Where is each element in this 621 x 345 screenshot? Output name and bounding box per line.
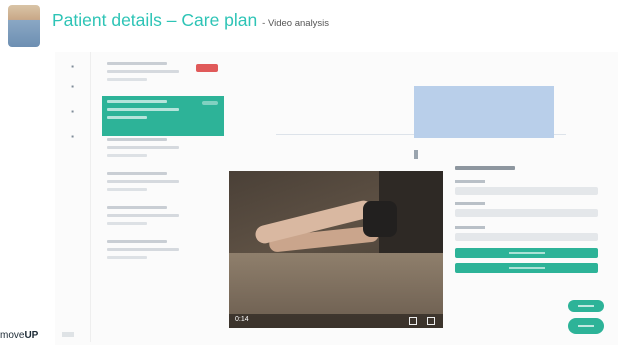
nav-label-placeholder xyxy=(55,141,90,146)
text-line xyxy=(107,240,167,243)
text-line xyxy=(107,146,179,149)
nav-label-placeholder xyxy=(55,116,90,121)
nav-item-4[interactable]: ▪ xyxy=(55,132,90,146)
logo-prefix: move xyxy=(0,330,25,341)
primary-button[interactable] xyxy=(455,248,598,258)
slide-title: Patient details – Care plan - Video anal… xyxy=(52,10,329,31)
text-line xyxy=(107,100,167,103)
logo-suffix: UP xyxy=(24,330,39,341)
fullscreen-icon[interactable] xyxy=(427,317,435,325)
grid-icon: ▪ xyxy=(71,62,74,71)
settings-icon[interactable] xyxy=(409,317,417,325)
nav-item-1[interactable]: ▪ xyxy=(55,62,90,76)
text-line xyxy=(107,154,147,157)
nav-item-2[interactable]: ▪ xyxy=(55,82,90,96)
text-line xyxy=(107,138,167,141)
field-label xyxy=(455,202,485,205)
speaker-avatar xyxy=(8,5,40,47)
text-line xyxy=(107,206,167,209)
text-line xyxy=(107,188,147,191)
side-nav: ▪ ▪ ▪ ▪ xyxy=(55,52,91,342)
session-item[interactable] xyxy=(102,58,224,98)
session-item-selected[interactable] xyxy=(102,96,224,136)
chart-tick xyxy=(414,150,418,159)
footer-mark xyxy=(62,332,74,337)
floating-button-large[interactable] xyxy=(568,318,604,334)
subtitle-text: - Video analysis xyxy=(262,18,330,29)
text-line xyxy=(107,248,179,251)
secondary-button[interactable] xyxy=(455,263,598,273)
text-line xyxy=(107,78,147,81)
title-text: Patient details – Care plan xyxy=(52,10,258,30)
list-icon: ▪ xyxy=(71,107,74,116)
chart-bar xyxy=(414,86,554,138)
progress-chart xyxy=(246,58,576,159)
floating-button-small[interactable] xyxy=(568,300,604,312)
video-controls[interactable]: 0:14 xyxy=(229,314,443,328)
text-line xyxy=(107,116,147,119)
nav-label-placeholder xyxy=(55,71,90,76)
alert-badge xyxy=(196,64,218,72)
chart-icon: ▪ xyxy=(71,82,74,91)
moveup-logo: moveUP xyxy=(0,330,38,341)
text-line xyxy=(107,108,179,111)
form-field[interactable] xyxy=(455,233,598,241)
text-line xyxy=(107,256,147,259)
text-line xyxy=(107,214,179,217)
text-line xyxy=(107,180,179,183)
form-field[interactable] xyxy=(455,187,598,195)
text-line xyxy=(107,172,167,175)
session-item[interactable] xyxy=(102,236,224,276)
slide-header: Patient details – Care plan - Video anal… xyxy=(0,0,621,50)
session-list xyxy=(102,58,226,268)
video-timestamp: 0:14 xyxy=(235,316,249,323)
text-line xyxy=(107,222,147,225)
field-label xyxy=(455,180,485,183)
video-frame-patient xyxy=(363,201,397,237)
status-badge xyxy=(202,101,218,105)
text-line xyxy=(107,62,167,65)
text-line xyxy=(107,70,179,73)
video-player[interactable]: 0:14 xyxy=(229,171,443,328)
nav-label-placeholder xyxy=(55,91,90,96)
nav-item-3[interactable]: ▪ xyxy=(55,107,90,121)
panel-title xyxy=(455,166,515,170)
calendar-icon: ▪ xyxy=(71,132,74,141)
form-field[interactable] xyxy=(455,209,598,217)
analysis-panel xyxy=(451,166,599,276)
field-label xyxy=(455,226,485,229)
